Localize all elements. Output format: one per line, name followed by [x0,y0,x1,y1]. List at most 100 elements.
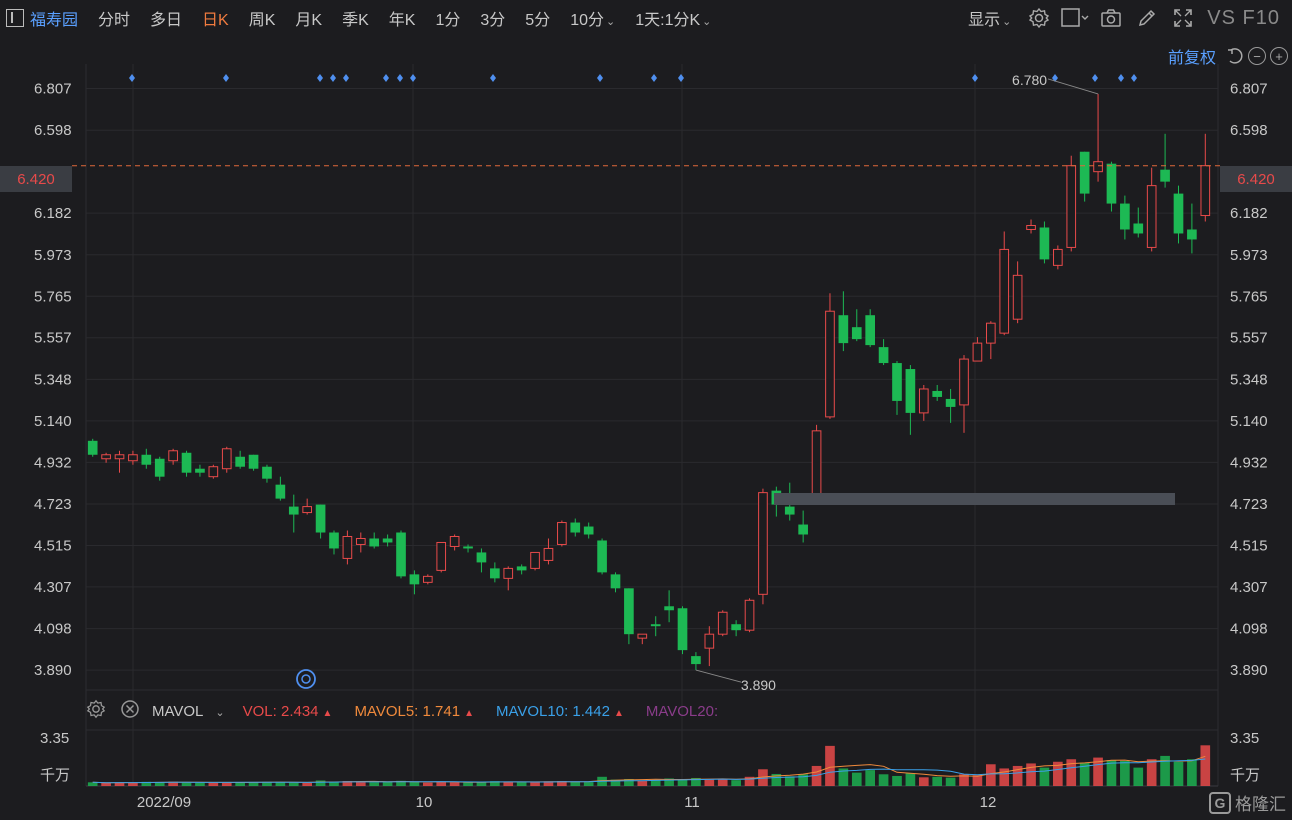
price-tick-left: 5.765 [34,288,72,305]
event-marker-icon [972,74,978,82]
volume-bar [972,775,983,786]
candle-body-up [302,506,313,514]
volume-bar [704,779,715,786]
volume-bar [463,782,473,786]
candle-body-up [221,448,232,470]
candle-body-down [624,588,634,635]
volume-bar [422,782,433,786]
event-marker-icon [330,74,336,82]
candle-body-down [409,574,420,585]
event-marker-icon [397,74,403,82]
volume-bar [1200,745,1211,786]
chevron-down-icon: ⌄ [215,706,225,719]
date-label: 10 [416,794,433,811]
candle-body-down [141,454,152,465]
volume-bar [1146,759,1157,786]
candle-body-up [717,611,728,635]
candle-body-down [369,538,380,547]
high-annotation-line [1047,78,1099,95]
volume-bar [985,764,996,786]
candle-body-up [1146,185,1157,248]
mavol5-number: 1.741 [422,702,461,720]
candle-body-down [945,398,956,407]
price-tick-right: 4.932 [1230,454,1268,471]
date-label: 2022/09 [137,794,191,811]
event-marker-icon [490,74,496,82]
vol-settings-icon[interactable] [86,699,106,723]
candle-body-up [1093,161,1103,173]
candle-body-down [382,538,393,543]
mavol5-value: MAVOL5: 1.741 ▲ [354,703,474,720]
candle-body-down [1106,163,1117,204]
arrow-up-icon: ▲ [613,707,624,719]
candlesticks [87,93,1211,671]
candle-body-down [288,506,299,515]
event-marker-icon [1092,74,1098,82]
candle-body-down [838,315,849,344]
mavol10-label: MAVOL10: [495,702,569,720]
volume-bar [208,782,219,786]
vol-unit-left: 千万 [40,767,71,784]
volume-bar [570,781,581,786]
candle-body-up [1066,165,1077,248]
volume-bar [409,781,420,786]
candle-body-down [235,456,245,467]
vol-indicator-select[interactable]: MAVOL ⌄ [152,703,225,720]
volume-bar [905,773,916,786]
candle-body-up [436,541,447,571]
volume-bar [892,775,902,786]
mavol5-label: MAVOL5: [354,702,419,720]
price-tick-left: 6.598 [34,122,72,139]
mavol5-line [92,755,1206,784]
candle-body-down [784,506,795,515]
event-markers [129,74,1137,82]
candle-body-up [101,454,111,460]
candle-body-down [583,526,594,535]
logo-icon: G [1209,791,1231,814]
price-tick-left: 4.307 [34,579,72,596]
candle-body-down [798,524,808,535]
price-tick-left: 5.140 [34,413,72,430]
candle-body-down [1187,229,1197,240]
candle-body-down [892,363,902,401]
event-marker-icon [223,74,229,82]
candle-body-down [865,315,876,346]
price-tick-left: 6.182 [34,205,72,222]
price-tick-left: 4.098 [34,621,72,638]
volume-bar [302,782,313,786]
price-tick-right: 6.182 [1230,205,1268,222]
mavol10-number: 1.442 [572,702,610,720]
volume-bar [369,782,380,786]
volume-bar [530,781,540,786]
volume-bar [1173,761,1184,786]
candle-body-up [744,599,755,631]
candle-body-down [181,452,192,473]
price-tick-left: 5.557 [34,330,72,347]
candle-body-up [1200,165,1211,217]
volume-bar [731,780,741,786]
vol-close-icon[interactable] [120,699,140,723]
volume-bar [181,782,192,786]
candle-body-down [1039,227,1050,260]
volume-bar [436,781,447,786]
event-marker-icon [410,74,416,82]
chart-overlay: 6.780 3.890 [72,72,1220,693]
price-tick-right: 4.307 [1230,579,1268,596]
volume-bar [288,782,299,786]
volume-bar [1133,767,1144,786]
vol-axis-max-left: 3.35 [40,730,69,747]
price-tick-right: 5.765 [1230,288,1268,305]
volume-bar [878,774,889,786]
candle-body-down [1079,151,1090,194]
kline-chart[interactable]: 6.780 3.890 6.807 6.807 6.598 6.598 6.182 6.18… [0,0,1292,820]
candle-body-down [154,458,165,477]
candle-body-down [1120,203,1130,230]
candle-body-down [1160,169,1170,182]
volume-bar [449,782,460,786]
date-label: 11 [684,794,700,811]
candle-body-up [959,358,969,406]
candle-body-down [677,608,688,651]
candle-body-up [530,551,540,569]
candle-body-down [275,484,286,499]
price-tick-left: 4.932 [34,454,72,471]
